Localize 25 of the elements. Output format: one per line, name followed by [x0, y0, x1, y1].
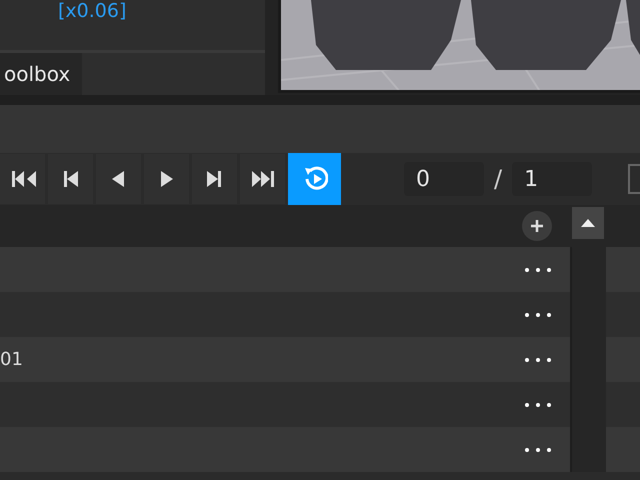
more-icon	[525, 358, 551, 362]
play-reverse-button[interactable]	[96, 154, 141, 204]
scroll-up-button[interactable]	[572, 207, 604, 239]
more-icon	[525, 448, 551, 452]
more-icon	[525, 312, 551, 316]
more-icon	[525, 402, 551, 406]
previous-keyframe-button[interactable]	[48, 154, 93, 204]
add-track-button[interactable]	[522, 211, 552, 241]
scale-value: [x0.06]	[58, 0, 126, 22]
toolbox-tab[interactable]: oolbox	[0, 53, 82, 95]
frame-separator: /	[494, 165, 502, 193]
more-icon	[525, 268, 551, 272]
plus-icon	[529, 218, 545, 234]
track-row[interactable]: 01	[0, 337, 570, 382]
track-row[interactable]	[0, 247, 570, 292]
play-button[interactable]	[144, 154, 189, 204]
total-frames-field[interactable]: 1	[512, 162, 592, 196]
up-arrow-icon	[580, 217, 596, 229]
track-row[interactable]	[0, 427, 570, 472]
track-name: 01	[0, 349, 23, 370]
skip-end-button[interactable]	[240, 154, 285, 204]
current-frame-field[interactable]: 0	[404, 162, 484, 196]
scrollbar-track[interactable]	[570, 247, 606, 472]
next-keyframe-button[interactable]	[192, 154, 237, 204]
skip-start-button[interactable]	[0, 154, 45, 204]
